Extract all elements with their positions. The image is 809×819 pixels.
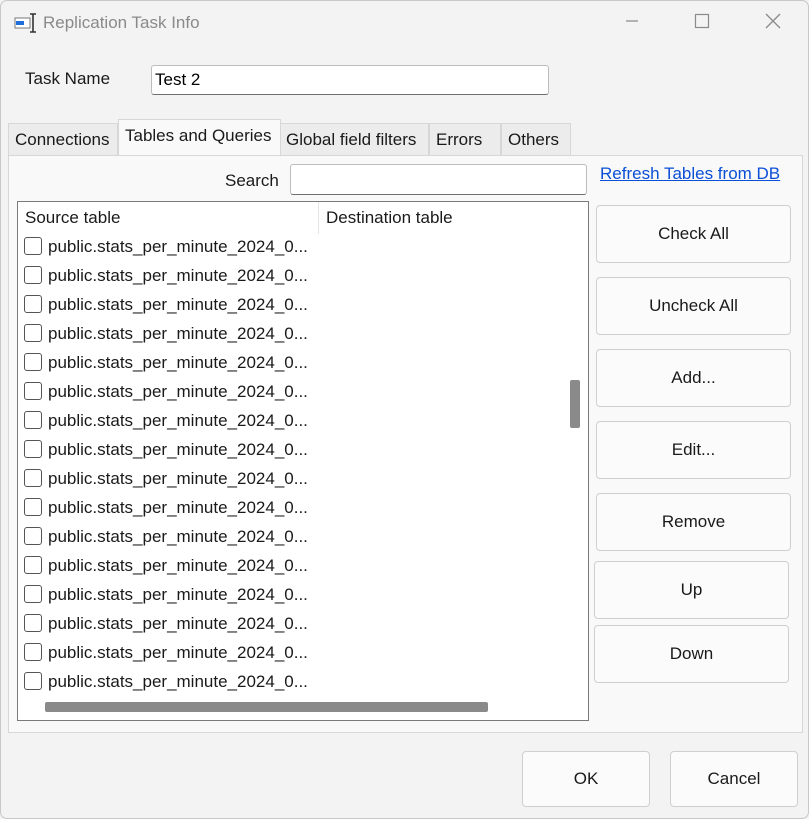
source-table-cell: public.stats_per_minute_2024_0... (48, 295, 308, 314)
table-row[interactable]: public.stats_per_minute_2024_0... (18, 669, 562, 698)
tables-list[interactable]: Source table Destination table public.st… (17, 201, 589, 721)
vertical-scrollbar[interactable] (562, 202, 588, 696)
source-table-cell: public.stats_per_minute_2024_0... (48, 353, 308, 372)
search-input[interactable] (290, 164, 587, 195)
row-checkbox[interactable] (24, 527, 42, 545)
row-checkbox[interactable] (24, 469, 42, 487)
row-checkbox[interactable] (24, 556, 42, 574)
horizontal-scroll-thumb[interactable] (45, 702, 488, 712)
table-row[interactable]: public.stats_per_minute_2024_0... (18, 292, 562, 321)
row-checkbox[interactable] (24, 614, 42, 632)
row-checkbox[interactable] (24, 382, 42, 400)
app-window-icon (14, 13, 38, 33)
table-row[interactable]: public.stats_per_minute_2024_0... (18, 524, 562, 553)
row-checkbox[interactable] (24, 266, 42, 284)
tab-label: Errors (436, 130, 483, 149)
source-table-cell: public.stats_per_minute_2024_0... (48, 411, 308, 430)
column-header-destination[interactable]: Destination table (319, 202, 562, 234)
table-row[interactable]: public.stats_per_minute_2024_0... (18, 408, 562, 437)
source-table-cell: public.stats_per_minute_2024_0... (48, 498, 308, 517)
row-checkbox[interactable] (24, 295, 42, 313)
row-checkbox[interactable] (24, 498, 42, 516)
row-checkbox[interactable] (24, 672, 42, 690)
task-name-label: Task Name (25, 69, 111, 88)
table-row[interactable]: public.stats_per_minute_2024_0... (18, 234, 562, 263)
source-table-cell: public.stats_per_minute_2024_0... (48, 237, 308, 256)
source-table-cell: public.stats_per_minute_2024_0... (48, 643, 308, 662)
source-table-cell: public.stats_per_minute_2024_0... (48, 614, 308, 633)
source-table-cell: public.stats_per_minute_2024_0... (48, 585, 308, 604)
table-row[interactable]: public.stats_per_minute_2024_0... (18, 379, 562, 408)
row-checkbox[interactable] (24, 237, 42, 255)
replication-task-dialog: Replication Task Info Task Name Connecti… (0, 0, 809, 819)
maximize-button[interactable] (679, 5, 725, 41)
column-header-source[interactable]: Source table (18, 202, 319, 234)
window-title: Replication Task Info (43, 13, 200, 32)
table-row[interactable]: public.stats_per_minute_2024_0... (18, 582, 562, 611)
row-checkbox[interactable] (24, 440, 42, 458)
row-checkbox[interactable] (24, 643, 42, 661)
cancel-button[interactable]: Cancel (670, 751, 798, 807)
source-table-cell: public.stats_per_minute_2024_0... (48, 527, 308, 546)
tab-tables-and-queries[interactable]: Tables and Queries (118, 119, 281, 155)
tab-label: Global field filters (286, 130, 417, 149)
refresh-tables-link[interactable]: Refresh Tables from DB (600, 164, 780, 184)
table-row[interactable]: public.stats_per_minute_2024_0... (18, 640, 562, 669)
row-checkbox[interactable] (24, 585, 42, 603)
tab-connections[interactable]: Connections (8, 123, 118, 155)
table-row[interactable]: public.stats_per_minute_2024_0... (18, 321, 562, 350)
down-button[interactable]: Down (594, 625, 789, 683)
ok-button[interactable]: OK (522, 751, 650, 807)
up-button[interactable]: Up (594, 561, 789, 619)
source-table-cell: public.stats_per_minute_2024_0... (48, 324, 308, 343)
tab-global-field-filters[interactable]: Global field filters (279, 123, 429, 155)
minimize-icon (624, 13, 640, 34)
tab-label: Tables and Queries (125, 126, 272, 145)
table-row[interactable]: public.stats_per_minute_2024_0... (18, 553, 562, 582)
source-table-cell: public.stats_per_minute_2024_0... (48, 469, 308, 488)
table-row[interactable]: public.stats_per_minute_2024_0... (18, 437, 562, 466)
row-checkbox[interactable] (24, 353, 42, 371)
table-row[interactable]: public.stats_per_minute_2024_0... (18, 495, 562, 524)
table-row[interactable]: public.stats_per_minute_2024_0... (18, 466, 562, 495)
close-icon (765, 13, 781, 34)
tab-others[interactable]: Others (501, 123, 571, 155)
source-table-cell: public.stats_per_minute_2024_0... (48, 382, 308, 401)
add-button[interactable]: Add... (596, 349, 791, 407)
horizontal-scrollbar[interactable] (18, 696, 588, 720)
task-name-input[interactable] (151, 65, 549, 95)
maximize-icon (694, 13, 710, 34)
row-checkbox[interactable] (24, 411, 42, 429)
table-row[interactable]: public.stats_per_minute_2024_0... (18, 350, 562, 379)
search-label: Search (225, 171, 279, 190)
source-table-cell: public.stats_per_minute_2024_0... (48, 672, 308, 691)
check-all-button[interactable]: Check All (596, 205, 791, 263)
tab-label: Connections (15, 130, 110, 149)
table-rows: public.stats_per_minute_2024_0... public.… (18, 234, 562, 698)
row-checkbox[interactable] (24, 324, 42, 342)
source-table-cell: public.stats_per_minute_2024_0... (48, 440, 308, 459)
vertical-scroll-thumb[interactable] (570, 380, 580, 428)
tab-errors[interactable]: Errors (429, 123, 501, 155)
close-button[interactable] (750, 5, 796, 41)
table-row[interactable]: public.stats_per_minute_2024_0... (18, 263, 562, 292)
uncheck-all-button[interactable]: Uncheck All (596, 277, 791, 335)
remove-button[interactable]: Remove (596, 493, 791, 551)
edit-button[interactable]: Edit... (596, 421, 791, 479)
tab-label: Others (508, 130, 560, 149)
title-bar[interactable]: Replication Task Info (1, 1, 808, 45)
table-row[interactable]: public.stats_per_minute_2024_0... (18, 611, 562, 640)
minimize-button[interactable] (609, 5, 655, 41)
source-table-cell: public.stats_per_minute_2024_0... (48, 556, 308, 575)
source-table-cell: public.stats_per_minute_2024_0... (48, 266, 308, 285)
